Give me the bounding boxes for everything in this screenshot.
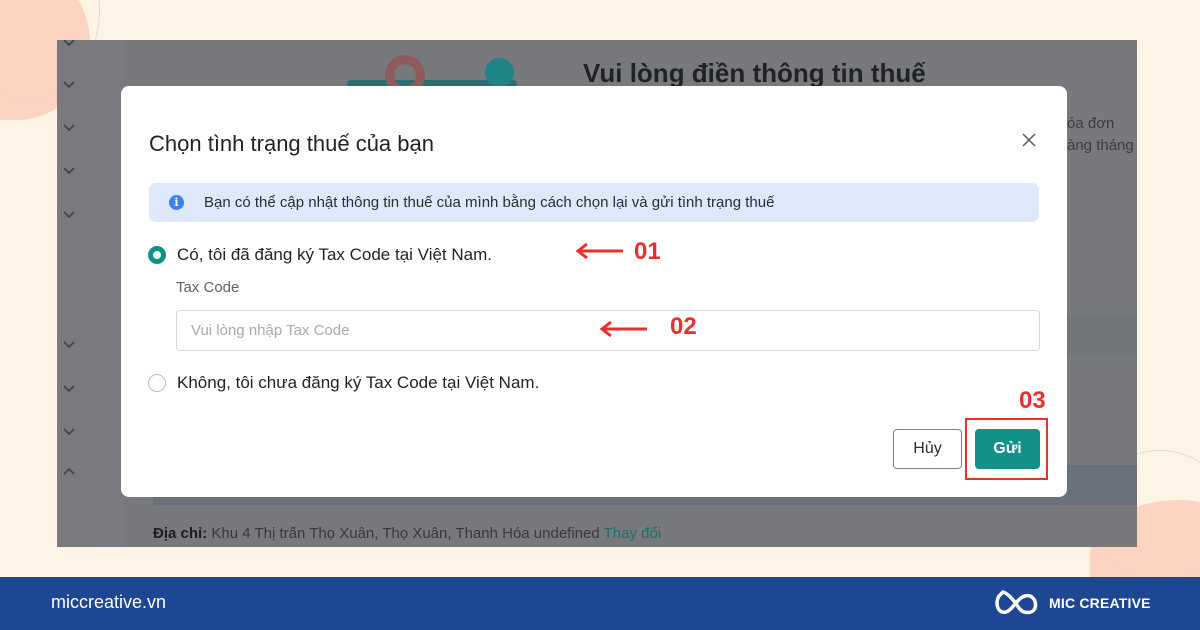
tax-status-modal: Chọn tình trạng thuế của bạn i Bạn có th… — [121, 86, 1067, 497]
radio-button-unchecked[interactable] — [148, 374, 166, 392]
cancel-button[interactable]: Hủy — [893, 429, 962, 469]
illustration — [485, 58, 514, 87]
annotation-step-2: 02 — [670, 313, 697, 340]
background-text: àng tháng — [1067, 137, 1134, 154]
chevron-down-icon[interactable] — [62, 163, 76, 177]
footer-bar: miccreative.vn MIC CREATIVE — [0, 577, 1200, 630]
close-icon — [1022, 133, 1036, 147]
radio-label: Có, tôi đã đăng ký Tax Code tại Việt Nam… — [177, 245, 492, 264]
annotation-arrow-icon — [575, 242, 623, 260]
brand-logo: MIC CREATIVE — [993, 588, 1151, 618]
radio-option-not-registered[interactable]: Không, tôi chưa đăng ký Tax Code tại Việ… — [148, 373, 539, 393]
infinity-logo-icon — [995, 590, 1038, 615]
modal-title: Chọn tình trạng thuế của bạn — [149, 131, 434, 156]
tax-code-label: Tax Code — [176, 279, 240, 296]
chevron-down-icon[interactable] — [62, 207, 76, 221]
sidebar-gutter — [95, 40, 123, 547]
chevron-up-icon[interactable] — [62, 465, 76, 479]
annotation-step-1: 01 — [634, 238, 661, 265]
address-line: Địa chỉ: Khu 4 Thị trấn Thọ Xuân, Thọ Xu… — [153, 525, 661, 542]
info-icon: i — [169, 195, 184, 210]
chevron-down-icon[interactable] — [62, 40, 76, 49]
annotation-highlight-box — [965, 418, 1048, 480]
chevron-down-icon[interactable] — [62, 381, 76, 395]
background-text: óa đơn — [1067, 115, 1115, 132]
close-button[interactable] — [1019, 130, 1039, 150]
chevron-down-icon[interactable] — [62, 337, 76, 351]
annotation-step-3: 03 — [1019, 387, 1046, 414]
chevron-down-icon[interactable] — [62, 424, 76, 438]
radio-option-registered[interactable]: Có, tôi đã đăng ký Tax Code tại Việt Nam… — [148, 245, 492, 265]
radio-button-checked[interactable] — [148, 246, 166, 264]
footer-website: miccreative.vn — [51, 592, 167, 612]
info-text: Bạn có thể cập nhật thông tin thuế của m… — [204, 194, 775, 211]
annotation-arrow-icon — [599, 320, 647, 338]
change-address-link[interactable]: Thay đổi — [604, 525, 662, 542]
chevron-down-icon[interactable] — [62, 77, 76, 91]
info-banner: i Bạn có thể cập nhật thông tin thuế của… — [149, 183, 1039, 222]
radio-label: Không, tôi chưa đăng ký Tax Code tại Việ… — [177, 373, 540, 392]
background-page-title: Vui lòng điền thông tin thuế — [583, 58, 926, 88]
brand-name: MIC CREATIVE — [1049, 595, 1151, 611]
address-label: Địa chỉ: — [153, 525, 208, 542]
address-value: Khu 4 Thị trấn Thọ Xuân, Thọ Xuân, Thanh… — [211, 525, 600, 542]
chevron-down-icon[interactable] — [62, 120, 76, 134]
